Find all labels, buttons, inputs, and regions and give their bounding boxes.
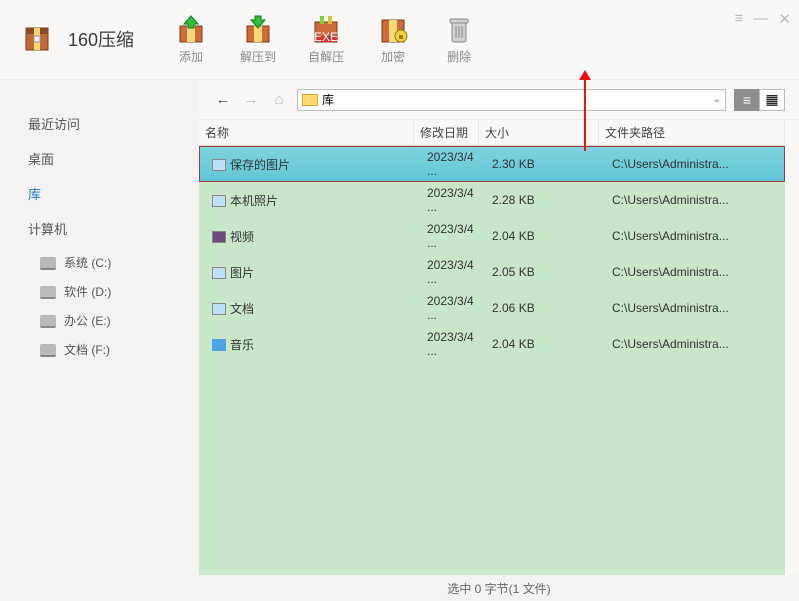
file-date: 2023/3/4 ...: [421, 221, 486, 251]
folder-icon: [302, 94, 318, 106]
view-grid-button[interactable]: ▦: [759, 89, 785, 111]
nav-back-icon[interactable]: ←: [213, 91, 233, 108]
drive-f[interactable]: 文档 (F:): [40, 341, 191, 358]
file-icon: [212, 267, 226, 279]
nav-bar: ← → ⌂ 库 ⌄ ≡ ▦: [199, 80, 799, 120]
table-header: 名称 修改日期 大小 文件夹路径: [199, 120, 785, 146]
encrypt-label: 加密: [381, 48, 405, 65]
file-icon: [212, 339, 226, 351]
file-size: 2.28 KB: [486, 192, 606, 208]
path-text: 库: [322, 91, 334, 108]
file-date: 2023/3/4 ...: [421, 185, 486, 215]
file-size: 2.04 KB: [486, 228, 606, 244]
status-text: 选中 0 字节(1 文件): [447, 580, 550, 597]
drive-label: 系统 (C:): [64, 254, 111, 271]
drive-d[interactable]: 软件 (D:): [40, 283, 191, 300]
file-list: 名称 修改日期 大小 文件夹路径 保存的图片2023/3/4 ...2.30 K…: [199, 120, 785, 575]
minimize-icon[interactable]: —: [753, 10, 768, 28]
sidebar: 最近访问 桌面 库 计算机 系统 (C:) 软件 (D:) 办公 (E:) 文档…: [0, 80, 199, 601]
file-date: 2023/3/4 ...: [421, 149, 486, 179]
drive-icon: [40, 315, 56, 326]
chevron-down-icon[interactable]: ⌄: [713, 94, 721, 105]
file-date: 2023/3/4 ...: [421, 293, 486, 323]
sfx-button[interactable]: EXE 自解压: [308, 14, 344, 65]
path-input[interactable]: 库 ⌄: [297, 89, 726, 111]
file-name: 视频: [230, 230, 254, 244]
extract-to-button[interactable]: 解压到: [240, 14, 276, 65]
table-row[interactable]: 文档 2023/3/4 ...2.06 KBC:\Users\Administra…: [199, 290, 785, 326]
sfx-label: 自解压: [308, 48, 344, 65]
table-row[interactable]: 视频 2023/3/4 ...2.04 KBC:\Users\Administra…: [199, 218, 785, 254]
drive-c[interactable]: 系统 (C:): [40, 254, 191, 271]
file-date: 2023/3/4 ...: [421, 329, 486, 359]
drive-icon: [40, 257, 56, 268]
file-name: 保存的图片: [230, 158, 290, 172]
file-path: C:\Users\Administra...: [606, 192, 778, 208]
nav-forward-icon[interactable]: →: [241, 91, 261, 108]
sidebar-computer[interactable]: 计算机: [28, 219, 191, 238]
file-path: C:\Users\Administra...: [606, 264, 778, 280]
app-logo: 160压缩: [20, 22, 134, 56]
drive-e[interactable]: 办公 (E:): [40, 312, 191, 329]
file-name: 本机照片: [230, 194, 278, 208]
drive-label: 软件 (D:): [64, 283, 111, 300]
add-label: 添加: [179, 48, 203, 65]
top-toolbar: 160压缩 添加 解压到 EXE 自解压 加密 删除 ≡ — ✕: [0, 0, 799, 80]
file-size: 2.04 KB: [486, 336, 606, 352]
file-path: C:\Users\Administra...: [606, 228, 778, 244]
archive-icon: [20, 22, 54, 56]
table-row[interactable]: 图片 2023/3/4 ...2.05 KBC:\Users\Administra…: [199, 254, 785, 290]
col-modified[interactable]: 修改日期: [414, 120, 479, 145]
file-date: 2023/3/4 ...: [421, 257, 486, 287]
drive-label: 办公 (E:): [64, 312, 111, 329]
drive-icon: [40, 344, 56, 355]
file-size: 2.06 KB: [486, 300, 606, 316]
file-name: 音乐: [230, 338, 254, 352]
file-path: C:\Users\Administra...: [606, 156, 778, 172]
col-size[interactable]: 大小: [479, 120, 599, 145]
drive-label: 文档 (F:): [64, 341, 110, 358]
delete-label: 删除: [447, 48, 471, 65]
status-bar: 选中 0 字节(1 文件): [199, 575, 799, 601]
view-list-button[interactable]: ≡: [734, 89, 760, 111]
file-icon: [212, 231, 226, 243]
main-panel: ← → ⌂ 库 ⌄ ≡ ▦ 名称 修改日期 大小 文件夹路径 保存的图片 2023…: [199, 80, 799, 601]
close-icon[interactable]: ✕: [778, 10, 791, 28]
file-path: C:\Users\Administra...: [606, 300, 778, 316]
sidebar-recent[interactable]: 最近访问: [28, 114, 191, 133]
file-icon: [212, 159, 226, 171]
sidebar-desktop[interactable]: 桌面: [28, 149, 191, 168]
table-row[interactable]: 音乐 2023/3/4 ...2.04 KBC:\Users\Administra…: [199, 326, 785, 362]
file-icon: [212, 303, 226, 315]
file-name: 文档: [230, 302, 254, 316]
file-size: 2.30 KB: [486, 156, 606, 172]
nav-up-icon[interactable]: ⌂: [269, 91, 289, 108]
drive-icon: [40, 286, 56, 297]
sidebar-library[interactable]: 库: [28, 184, 191, 203]
extract-to-label: 解压到: [240, 48, 276, 65]
svg-text:EXE: EXE: [314, 30, 338, 44]
file-name: 图片: [230, 266, 254, 280]
file-size: 2.05 KB: [486, 264, 606, 280]
delete-button[interactable]: 删除: [442, 14, 476, 65]
file-icon: [212, 195, 226, 207]
add-button[interactable]: 添加: [174, 14, 208, 65]
file-path: C:\Users\Administra...: [606, 336, 778, 352]
menu-icon[interactable]: ≡: [735, 10, 744, 28]
app-title: 160压缩: [68, 26, 134, 52]
col-name[interactable]: 名称: [199, 120, 414, 145]
table-row[interactable]: 保存的图片 2023/3/4 ...2.30 KBC:\Users\Adminis…: [199, 146, 785, 182]
col-folder-path[interactable]: 文件夹路径: [599, 120, 785, 145]
encrypt-button[interactable]: 加密: [376, 14, 410, 65]
table-row[interactable]: 本机照片 2023/3/4 ...2.28 KBC:\Users\Administ…: [199, 182, 785, 218]
